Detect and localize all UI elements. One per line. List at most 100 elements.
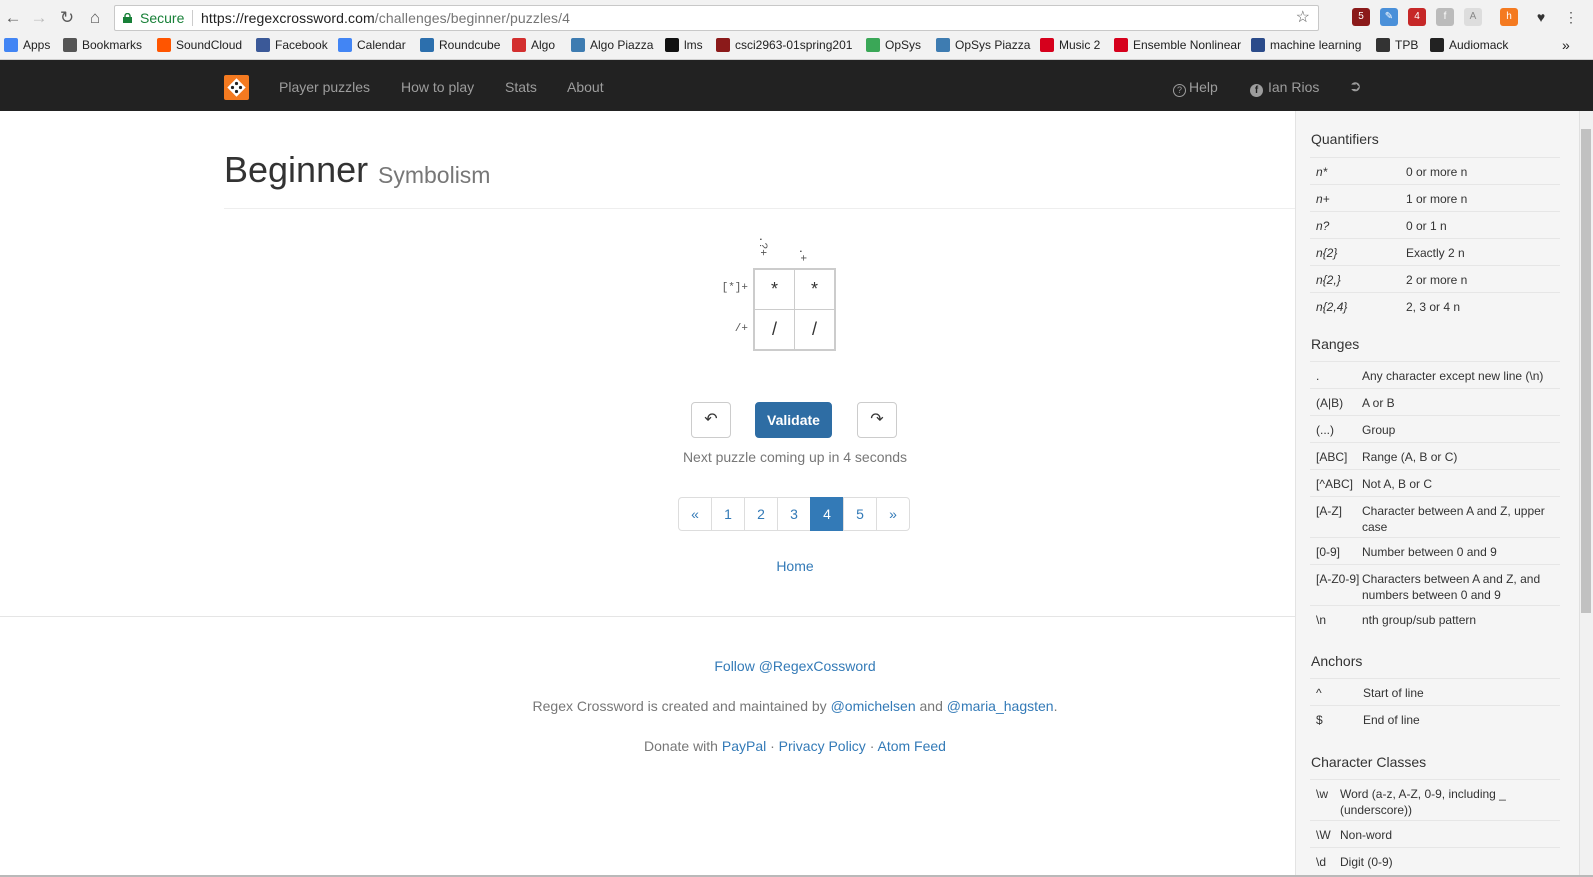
page-2[interactable]: 2 bbox=[744, 497, 778, 531]
page-5[interactable]: 5 bbox=[843, 497, 877, 531]
sidebar-syntax: n+ bbox=[1316, 192, 1330, 206]
bookmark-14[interactable]: machine learning bbox=[1251, 36, 1371, 54]
nav-how-to-play[interactable]: How to play bbox=[401, 77, 474, 97]
bookmark-7[interactable]: Algo Piazza bbox=[571, 36, 661, 54]
url-domain: https://regexcrossword.com bbox=[201, 10, 375, 26]
follow-link[interactable]: Follow @RegexCossword bbox=[714, 658, 875, 674]
bookmark-3[interactable]: Facebook bbox=[256, 36, 334, 54]
menu-kebab-icon[interactable]: ⋮ bbox=[1562, 8, 1580, 26]
privacy-link[interactable]: Privacy Policy bbox=[779, 738, 866, 754]
cell-r1-c1[interactable]: * bbox=[754, 269, 795, 310]
cell-r2-c1[interactable]: / bbox=[754, 309, 795, 350]
nav-user[interactable]: f Ian Rios bbox=[1250, 77, 1319, 97]
extension-icon-5[interactable]: A bbox=[1464, 8, 1482, 26]
undo-icon: ↶ bbox=[704, 411, 718, 428]
undo-button[interactable]: ↶ bbox=[691, 402, 731, 438]
nav-player-puzzles[interactable]: Player puzzles bbox=[279, 77, 370, 97]
sidebar-description: Exactly 2 n bbox=[1406, 246, 1465, 260]
nav-help[interactable]: ? Help bbox=[1173, 77, 1218, 97]
sidebar-description: 2 or more n bbox=[1406, 273, 1468, 287]
hash-icon bbox=[716, 38, 730, 52]
bookmark-12[interactable]: Music 2 bbox=[1040, 36, 1110, 54]
bookmark-13[interactable]: Ensemble Nonlinear bbox=[1114, 36, 1246, 54]
cell-r2-c2[interactable]: / bbox=[794, 309, 835, 350]
bookmark-1[interactable]: Bookmarks bbox=[63, 36, 153, 54]
sidebar-syntax: (A|B) bbox=[1316, 396, 1344, 410]
bookmark-label: Bookmarks bbox=[82, 38, 143, 52]
cell-r1-c2[interactable]: * bbox=[794, 269, 835, 310]
bookmark-15[interactable]: TPB bbox=[1376, 36, 1426, 54]
nav-about[interactable]: About bbox=[567, 77, 604, 97]
more-bookmarks-icon[interactable]: » bbox=[1562, 36, 1570, 54]
bookmark-label: lms bbox=[684, 38, 703, 52]
nav-stats[interactable]: Stats bbox=[505, 77, 537, 97]
back-arrow-icon[interactable]: ← bbox=[2, 7, 24, 29]
bookmark-star-icon[interactable]: ☆ bbox=[1296, 6, 1310, 30]
sidebar-description: Non-word bbox=[1340, 828, 1393, 842]
bookmark-10[interactable]: OpSys bbox=[866, 36, 932, 54]
home-icon[interactable]: ⌂ bbox=[84, 7, 106, 29]
bookmark-4[interactable]: Calendar bbox=[338, 36, 416, 54]
regex-cheatsheet-sidebar: Quantifiers n* 0 or more n n+ 1 or more n n? 0… bbox=[1295, 111, 1579, 877]
bookmark-2[interactable]: SoundCloud bbox=[157, 36, 253, 54]
piazza-icon bbox=[571, 38, 585, 52]
roundcube-icon bbox=[420, 38, 434, 52]
sidebar-description: nth group/sub pattern bbox=[1362, 613, 1477, 627]
sidebar-row: n? 0 or 1 n bbox=[1310, 211, 1560, 238]
site-logo[interactable] bbox=[224, 75, 249, 100]
logo-icon bbox=[227, 78, 246, 97]
sign-out-icon[interactable]: ➲ bbox=[1349, 77, 1362, 97]
sidebar-row: \n nth group/sub pattern bbox=[1310, 605, 1560, 632]
page-1[interactable]: 1 bbox=[711, 497, 745, 531]
heartbeat-icon[interactable]: ♥ bbox=[1532, 8, 1550, 26]
bookmark-6[interactable]: Algo bbox=[512, 36, 568, 54]
address-bar[interactable]: Secure https://regexcrossword.com/challe… bbox=[114, 5, 1319, 31]
sidebar-syntax: [0-9] bbox=[1316, 545, 1341, 559]
page-subtitle: Symbolism bbox=[378, 162, 491, 188]
footer-divider bbox=[0, 616, 1295, 617]
sidebar-heading-ranges: Ranges bbox=[1311, 336, 1360, 352]
page-3[interactable]: 3 bbox=[777, 497, 811, 531]
bookmark-label: OpSys Piazza bbox=[955, 38, 1031, 52]
extension-icon-1[interactable]: 5 bbox=[1352, 8, 1370, 26]
sidebar-row: n* 0 or more n bbox=[1310, 157, 1560, 184]
sidebar-syntax: \n bbox=[1316, 613, 1327, 627]
extension-icon-4[interactable]: f bbox=[1436, 8, 1454, 26]
page-next[interactable]: » bbox=[876, 497, 910, 531]
sidebar-syntax: \d bbox=[1316, 855, 1327, 869]
redo-button[interactable]: ↷ bbox=[857, 402, 897, 438]
sidebar-description: Character between A and Z, upper case bbox=[1362, 504, 1545, 534]
bookmark-9[interactable]: csci2963-01spring201 bbox=[716, 36, 862, 54]
sidebar-syntax: n* bbox=[1316, 165, 1328, 179]
extension-icon-2[interactable]: ✎ bbox=[1380, 8, 1398, 26]
sidebar-row: (A|B) A or B bbox=[1310, 388, 1560, 415]
pagination: « 1 2 3 4 5 » bbox=[678, 497, 910, 531]
sidebar-syntax: n? bbox=[1316, 219, 1330, 233]
author1-link[interactable]: @omichelsen bbox=[831, 698, 916, 714]
page-prev[interactable]: « bbox=[678, 497, 712, 531]
bookmark-5[interactable]: Roundcube bbox=[420, 36, 508, 54]
page-4[interactable]: 4 bbox=[810, 497, 844, 531]
validate-button[interactable]: Validate bbox=[755, 402, 832, 438]
soundcloud-icon bbox=[157, 38, 171, 52]
atom-link[interactable]: Atom Feed bbox=[877, 738, 945, 754]
reload-icon[interactable]: ↻ bbox=[56, 7, 78, 29]
bookmark-label: Ensemble Nonlinear bbox=[1133, 38, 1242, 52]
bookmark-8[interactable]: lms bbox=[665, 36, 711, 54]
forward-arrow-icon[interactable]: → bbox=[28, 7, 50, 29]
bookmark-0[interactable]: Apps bbox=[4, 36, 60, 54]
sidebar-syntax: [A-Z] bbox=[1316, 504, 1342, 518]
bookmark-16[interactable]: Audiomack bbox=[1430, 36, 1560, 54]
ublock-icon[interactable]: 4 bbox=[1408, 8, 1426, 26]
bookmark-label: TPB bbox=[1395, 38, 1419, 52]
sidebar-row: ^ Start of line bbox=[1310, 678, 1560, 705]
hubspot-icon[interactable]: h bbox=[1500, 8, 1518, 26]
blackboard-icon bbox=[665, 38, 679, 52]
bookmark-11[interactable]: OpSys Piazza bbox=[936, 36, 1034, 54]
author2-link[interactable]: @maria_hagsten bbox=[947, 698, 1054, 714]
paypal-link[interactable]: PayPal bbox=[722, 738, 766, 754]
cs-icon bbox=[512, 38, 526, 52]
sidebar-row: n+ 1 or more n bbox=[1310, 184, 1560, 211]
scrollbar-thumb[interactable] bbox=[1581, 129, 1591, 613]
sidebar-syntax: n{2,4} bbox=[1316, 300, 1348, 314]
